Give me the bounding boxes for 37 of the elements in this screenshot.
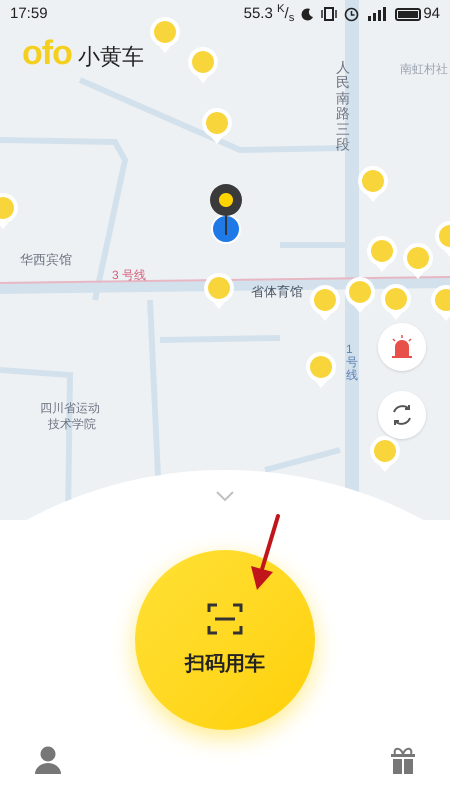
profile-icon[interactable] bbox=[35, 746, 61, 774]
bike-pin-icon[interactable] bbox=[401, 241, 435, 281]
map-label: 南虹村社 bbox=[400, 61, 448, 78]
chevron-down-icon[interactable] bbox=[216, 491, 234, 502]
battery-icon bbox=[395, 8, 422, 20]
ofo-logo: ofo bbox=[22, 36, 72, 70]
status-time: 17:59 bbox=[10, 4, 48, 24]
bike-pin-icon[interactable] bbox=[343, 275, 377, 315]
map-label: 技术学院 bbox=[48, 416, 96, 433]
moon-icon bbox=[301, 8, 314, 20]
bike-pin-icon[interactable] bbox=[365, 234, 399, 274]
battery-percent: 94 bbox=[423, 4, 440, 24]
network-speed: 55.3 $^{K}$/$_{s}$ bbox=[244, 2, 294, 26]
alarm-button[interactable] bbox=[378, 323, 426, 371]
vibrate-icon bbox=[321, 7, 338, 21]
bike-pin-icon[interactable] bbox=[200, 106, 234, 146]
map-label: 1号线 bbox=[346, 343, 358, 383]
bike-pin-icon[interactable] bbox=[202, 271, 236, 311]
bike-pin-icon[interactable] bbox=[308, 283, 342, 323]
bike-pin-icon[interactable] bbox=[186, 45, 220, 85]
scan-icon bbox=[207, 601, 243, 637]
bike-pin-icon[interactable] bbox=[356, 164, 390, 204]
siren-icon bbox=[389, 334, 415, 360]
bike-pin-icon[interactable] bbox=[148, 15, 182, 55]
signal-icon bbox=[366, 7, 388, 21]
map-label: 华西宾馆 bbox=[20, 251, 72, 269]
gift-icon[interactable] bbox=[390, 746, 416, 774]
refresh-button[interactable] bbox=[378, 391, 426, 439]
location-marker-icon bbox=[208, 183, 244, 245]
map-label: 人民南路三段 bbox=[336, 60, 350, 152]
bike-pin-icon[interactable] bbox=[304, 350, 338, 390]
alarm-clock-icon bbox=[344, 6, 360, 22]
map-label: 3 号线 bbox=[112, 267, 146, 284]
map-label: 省体育馆 bbox=[251, 283, 303, 301]
map-label: 四川省运动 bbox=[40, 400, 100, 417]
annotation-arrow-icon bbox=[248, 514, 282, 592]
app-title: 小黄车 bbox=[78, 46, 144, 70]
